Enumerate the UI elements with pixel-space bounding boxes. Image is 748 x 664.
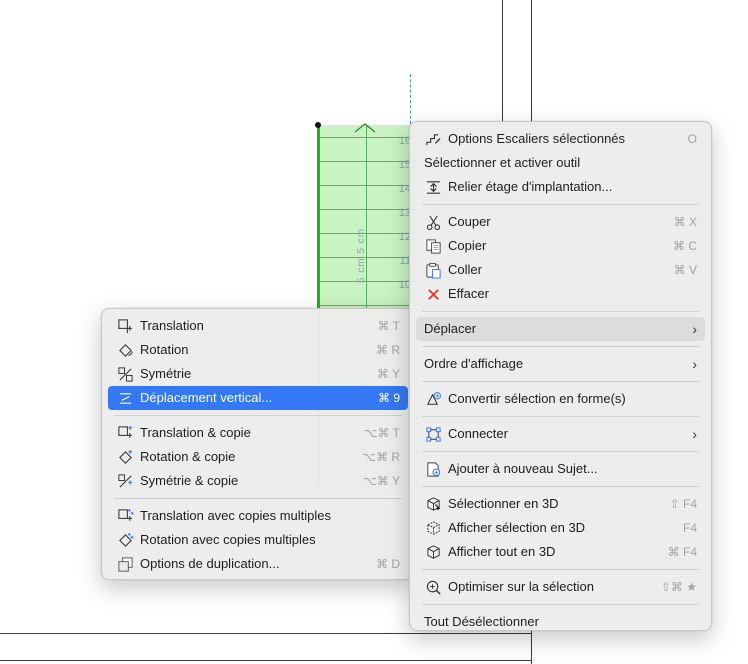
menu-item-show-selection-3d[interactable]: Afficher sélection en 3D F4 xyxy=(416,516,705,540)
menu-item-zoom-selection[interactable]: Optimiser sur la sélection ⇧⌘ ★ xyxy=(416,575,705,599)
menu-separator xyxy=(114,415,402,416)
translation-multi-icon xyxy=(116,507,134,525)
menu-separator xyxy=(422,416,699,417)
menu-item-show-all-3d[interactable]: Afficher tout en 3D ⌘ F4 xyxy=(416,540,705,564)
show-all-3d-icon xyxy=(424,543,442,561)
menu-separator xyxy=(422,604,699,605)
stair-tread xyxy=(320,305,415,306)
menu-separator xyxy=(422,451,699,452)
menu-item-move[interactable]: Déplacer › xyxy=(416,317,705,341)
menu-separator xyxy=(422,486,699,487)
zoom-fit-icon xyxy=(424,578,442,596)
menu-item-rotation[interactable]: Rotation ⌘ R xyxy=(108,338,408,362)
menu-item-link-story[interactable]: Relier étage d'implantation... xyxy=(416,175,705,199)
convert-shape-icon xyxy=(424,390,442,408)
menu-item-cut[interactable]: Couper ⌘ X xyxy=(416,210,705,234)
menu-item-select-3d[interactable]: Sélectionner en 3D ⇧ F4 xyxy=(416,492,705,516)
menu-item-translation[interactable]: Translation ⌘ T xyxy=(108,314,408,338)
link-story-icon xyxy=(424,178,442,196)
menu-item-paste[interactable]: Coller ⌘ V xyxy=(416,258,705,282)
connect-icon xyxy=(424,425,442,443)
guide-line xyxy=(410,74,411,124)
add-topic-icon xyxy=(424,460,442,478)
menu-item-mirror-copy[interactable]: Symétrie & copie ⌥⌘ Y xyxy=(108,469,408,493)
menu-separator xyxy=(422,381,699,382)
menu-item-copy[interactable]: Copier ⌘ C xyxy=(416,234,705,258)
menu-item-display-order[interactable]: Ordre d'affichage › xyxy=(416,352,705,376)
menu-item-select-activate-tool[interactable]: Sélectionner et activer outil xyxy=(416,151,705,175)
menu-item-translation-copy[interactable]: Translation & copie ⌥⌘ T xyxy=(108,421,408,445)
delete-x-icon xyxy=(424,285,442,303)
menu-separator xyxy=(114,498,402,499)
show-selection-3d-icon xyxy=(424,519,442,537)
wall-line xyxy=(502,0,503,125)
copy-icon xyxy=(424,237,442,255)
stair-options-icon xyxy=(424,130,442,148)
menu-separator xyxy=(422,311,699,312)
menu-separator xyxy=(422,569,699,570)
translation-copy-icon xyxy=(116,424,134,442)
vertical-move-icon xyxy=(116,389,134,407)
wall-line xyxy=(0,660,532,661)
menu-item-vertical-move[interactable]: Déplacement vertical... ⌘ 9 xyxy=(108,386,408,410)
rotation-copy-icon xyxy=(116,448,134,466)
chevron-right-icon: › xyxy=(692,356,697,372)
menu-item-stair-options[interactable]: Options Escaliers sélectionnés O xyxy=(416,127,705,151)
menu-item-deselect-all[interactable]: Tout Désélectionner xyxy=(416,610,705,634)
chevron-right-icon: › xyxy=(692,426,697,442)
duplicate-options-icon xyxy=(116,555,134,573)
scissors-icon xyxy=(424,213,442,231)
menu-item-mirror[interactable]: Symétrie ⌘ Y xyxy=(108,362,408,386)
menu-item-connect[interactable]: Connecter › xyxy=(416,422,705,446)
menu-item-translation-multi[interactable]: Translation avec copies multiples xyxy=(108,504,408,528)
rotation-icon xyxy=(116,341,134,359)
menu-item-add-topic[interactable]: Ajouter à nouveau Sujet... xyxy=(416,457,705,481)
translation-icon xyxy=(116,317,134,335)
stair-dimension-label: 5 cm 5 cm xyxy=(356,227,367,283)
menu-item-rotation-copy[interactable]: Rotation & copie ⌥⌘ R xyxy=(108,445,408,469)
menu-item-convert-shape[interactable]: Convertir sélection en forme(s) xyxy=(416,387,705,411)
rotation-multi-icon xyxy=(116,531,134,549)
wall-line xyxy=(531,0,532,125)
mirror-copy-icon xyxy=(116,472,134,490)
stair-hotspot[interactable] xyxy=(315,122,321,128)
move-submenu: Translation ⌘ T Rotation ⌘ R Symétrie ⌘ … xyxy=(101,308,415,580)
select-3d-icon xyxy=(424,495,442,513)
menu-separator xyxy=(422,204,699,205)
mirror-icon xyxy=(116,365,134,383)
menu-separator xyxy=(422,346,699,347)
menu-item-duplicate-options[interactable]: Options de duplication... ⌘ D xyxy=(108,552,408,576)
chevron-right-icon: › xyxy=(692,321,697,337)
stair-direction-arrow-icon xyxy=(354,123,376,133)
context-menu: Options Escaliers sélectionnés O Sélecti… xyxy=(409,121,712,631)
menu-item-rotation-multi[interactable]: Rotation avec copies multiples xyxy=(108,528,408,552)
paste-icon xyxy=(424,261,442,279)
menu-item-delete[interactable]: Effacer xyxy=(416,282,705,306)
